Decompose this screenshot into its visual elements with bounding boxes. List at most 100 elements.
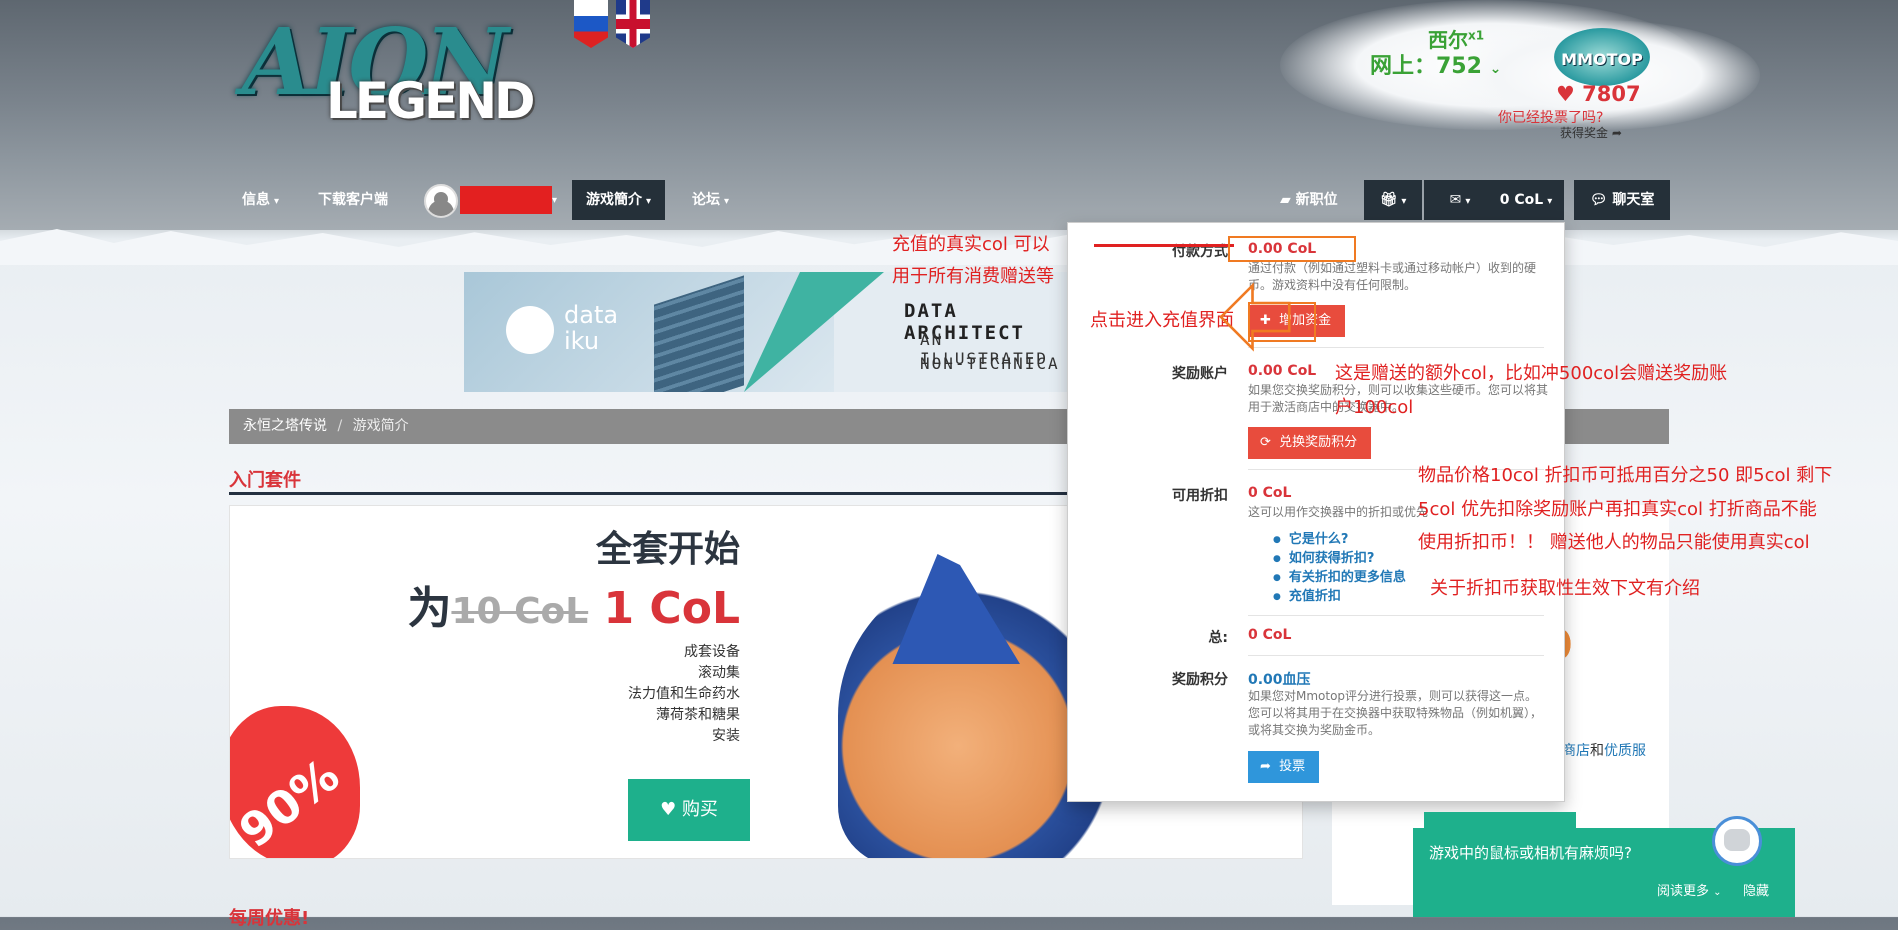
server-multiplier: x1 xyxy=(1468,28,1485,43)
feature-list: 成套设备 滚动集 法力值和生命药水 薄荷茶和糖果 安装 xyxy=(628,642,740,747)
annotation: 用于所有消费赠送等 xyxy=(892,266,1054,287)
buy-label: 购买 xyxy=(681,799,718,820)
nav-download-label: 下载客户端 xyxy=(318,192,388,208)
caret-down-icon: ▾ xyxy=(1401,196,1407,207)
annotation: 点击进入充值界面 xyxy=(1090,310,1234,331)
feature-item: 安装 xyxy=(712,728,740,744)
read-more-link[interactable]: 阅读更多 ⌄ xyxy=(1657,880,1722,899)
nav-news-label: 新职位 xyxy=(1295,192,1338,208)
starter-price: 为10 CoL 1 CoL xyxy=(407,572,740,636)
price-prefix: 为 xyxy=(407,583,452,634)
envelope-icon: ✉ xyxy=(1449,192,1462,208)
sidebar-links: 商店和优质服 xyxy=(1562,740,1646,760)
caret-down-icon: ▾ xyxy=(552,195,558,206)
price-new: 1 CoL xyxy=(603,583,741,634)
col-balance-label: 0 CoL xyxy=(1499,192,1544,208)
refresh-icon: ⟳ xyxy=(1260,435,1271,450)
nav-game-intro[interactable]: 游戏簡介 ▾ xyxy=(572,180,666,220)
annotation-arrow xyxy=(1219,282,1291,352)
annotation: 使用折扣币！！ 赠送他人的物品只能使用真实col xyxy=(1418,532,1810,553)
feature-item: 滚动集 xyxy=(698,665,740,681)
caret-down-icon: ▾ xyxy=(1547,196,1553,207)
share-arrow-icon: ➦ xyxy=(1611,126,1622,140)
annotation: 物品价格10col 折扣币可抵用百分之50 即5col 剩下 xyxy=(1418,465,1833,486)
vote-count-text: 7807 xyxy=(1582,82,1641,106)
breadcrumb-home[interactable]: 永恒之塔传说 xyxy=(243,418,327,434)
discount-more-info-link[interactable]: 有关折扣的更多信息 xyxy=(1273,569,1406,588)
mail-menu[interactable]: ✉ ▾ xyxy=(1424,180,1496,220)
discount-badge: 90% xyxy=(229,706,360,859)
feature-item: 薄荷茶和糖果 xyxy=(656,707,740,723)
feature-item: 成套设备 xyxy=(684,644,740,660)
nav-forum[interactable]: 论坛 ▾ xyxy=(686,187,735,213)
heart-icon: ♥ xyxy=(660,799,677,820)
reward-link[interactable]: 获得奖金 ➦ xyxy=(1560,124,1622,141)
divider xyxy=(1248,615,1544,616)
caret-down-icon: ▾ xyxy=(274,196,280,207)
and-text: 和 xyxy=(1590,743,1604,759)
discount-how-link[interactable]: 如何获得折扣? xyxy=(1273,550,1406,569)
buy-button[interactable]: ♥ 购买 xyxy=(628,779,750,841)
gift-icon: 🎁︎ xyxy=(1379,192,1398,208)
annotation: 5col 优先扣除奖励账户再扣真实col 打折商品不能 xyxy=(1418,499,1817,520)
bonus-label: 奖励账户 xyxy=(1172,366,1228,382)
share-arrow-icon: ➦ xyxy=(1260,759,1271,774)
nav-info-label: 信息 xyxy=(242,192,270,208)
banner-line-3: NON-TECHNICA xyxy=(920,354,1060,373)
breadcrumb-current: 游戏简介 xyxy=(352,418,409,434)
chat-room-button[interactable]: 💬︎ 聊天室 xyxy=(1574,180,1670,220)
help-question: 游戏中的鼠标或相机有麻烦吗? xyxy=(1429,844,1632,862)
col-balance-menu[interactable]: 0 CoL ▾ xyxy=(1488,180,1564,220)
gift-menu[interactable]: 🎁︎ ▾ xyxy=(1364,180,1422,220)
caret-down-icon: ▾ xyxy=(724,196,730,207)
chat-room-label: 聊天室 xyxy=(1612,192,1655,208)
annotation: 关于折扣币获取性生效下文有介绍 xyxy=(1430,578,1700,599)
mmotop-logo[interactable]: MMOTOP xyxy=(1554,28,1650,86)
caret-down-icon: ▾ xyxy=(646,196,652,207)
nav-news[interactable]: ▰ 新职位 xyxy=(1280,180,1338,220)
nav-game-intro-label: 游戏簡介 xyxy=(586,192,642,208)
starter-title: 全套开始 xyxy=(595,529,740,570)
online-count[interactable]: 网上：752 ⌄ xyxy=(1370,48,1501,80)
shop-link[interactable]: 商店 xyxy=(1562,743,1590,759)
nav-forum-label: 论坛 xyxy=(692,192,720,208)
reward-text: 获得奖金 xyxy=(1560,126,1609,140)
chevron-down-icon: ⌄ xyxy=(1489,61,1502,77)
total-label: 总: xyxy=(1208,630,1228,646)
exchange-points-button[interactable]: ⟳ 兑换奖励积分 xyxy=(1248,427,1372,459)
points-desc: 如果您对Mmotop评分进行投票，则可以获得这一点。您可以将其用于在交换器中获取… xyxy=(1248,689,1543,737)
redacted-username[interactable] xyxy=(460,186,552,214)
game-logo[interactable]: AION LEGEND xyxy=(236,8,576,130)
discount-badge-text: 90% xyxy=(229,747,350,859)
read-more-label: 阅读更多 xyxy=(1657,884,1710,899)
heart-icon: ♥ xyxy=(1556,82,1575,106)
assistant-avatar-icon[interactable] xyxy=(1712,816,1762,866)
avatar[interactable] xyxy=(424,184,458,218)
annotation: 充值的真实col 可以 xyxy=(892,234,1050,255)
premium-link[interactable]: 优质服 xyxy=(1604,743,1646,759)
comment-icon: ▰ xyxy=(1280,192,1291,208)
section-title-weekly: 每周优惠! xyxy=(229,908,310,929)
hide-button[interactable]: 隐藏 xyxy=(1743,880,1769,899)
nav-download[interactable]: 下载客户端 xyxy=(312,187,394,213)
points-value: 0.00血压 xyxy=(1248,672,1311,688)
discount-recharge-link[interactable]: 充值折扣 xyxy=(1273,588,1406,607)
online-count-text: 网上：752 xyxy=(1370,54,1482,79)
discount-label: 可用折扣 xyxy=(1172,488,1228,504)
banner-brand: data iku xyxy=(564,301,619,355)
annotation-highlight-box xyxy=(1228,236,1356,262)
exchange-points-label: 兑换奖励积分 xyxy=(1279,435,1358,450)
nav-info[interactable]: 信息 ▾ xyxy=(236,187,285,213)
logo-text-sub: LEGEND xyxy=(326,72,536,130)
caret-down-icon: ▾ xyxy=(1465,196,1471,207)
feature-item: 法力值和生命药水 xyxy=(628,686,740,702)
discount-value: 0 CoL xyxy=(1248,485,1292,501)
points-label: 奖励积分 xyxy=(1172,672,1228,688)
discount-links: 它是什么? 如何获得折扣? 有关折扣的更多信息 充值折扣 xyxy=(1273,531,1406,607)
chat-bubble-icon: 💬︎ xyxy=(1589,192,1608,208)
vote-button[interactable]: ➦ 投票 xyxy=(1248,751,1320,783)
divider xyxy=(1248,655,1544,656)
price-old: 10 CoL xyxy=(451,591,589,632)
discount-what-link[interactable]: 它是什么? xyxy=(1273,531,1406,550)
dataiku-bird-icon xyxy=(506,306,554,354)
